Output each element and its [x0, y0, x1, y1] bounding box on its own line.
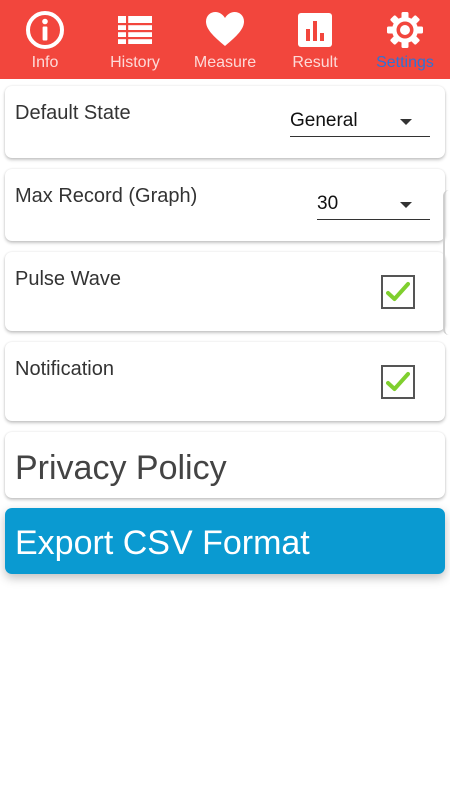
max-record-value: 30	[317, 193, 339, 214]
default-state-dropdown[interactable]: General	[290, 107, 430, 137]
max-record-card: Max Record (Graph) 30	[5, 169, 445, 241]
pulse-wave-label: Pulse Wave	[15, 268, 121, 290]
notification-checkbox[interactable]	[381, 365, 415, 399]
privacy-policy-label: Privacy Policy	[15, 449, 227, 487]
settings-screen: Info History Measure Result Settings Def…	[0, 0, 450, 800]
tab-label: Measure	[193, 54, 257, 71]
scroll-edge	[443, 190, 450, 335]
list-icon	[115, 10, 155, 50]
export-csv-label: Export CSV Format	[15, 524, 310, 562]
tab-measure[interactable]: Measure	[180, 0, 270, 79]
check-icon	[386, 282, 410, 301]
bar-chart-icon	[295, 10, 335, 50]
caret-down-icon	[400, 119, 412, 125]
pulse-wave-checkbox[interactable]	[381, 275, 415, 309]
export-csv-button[interactable]: Export CSV Format	[5, 508, 445, 574]
info-icon	[25, 10, 65, 50]
caret-down-icon	[400, 202, 412, 208]
tab-info[interactable]: Info	[0, 0, 90, 79]
default-state-card: Default State General	[5, 86, 445, 158]
gear-icon	[385, 10, 425, 50]
tab-label: Result	[292, 54, 338, 71]
pulse-wave-card: Pulse Wave	[5, 252, 445, 331]
top-tab-bar: Info History Measure Result Settings	[0, 0, 450, 79]
privacy-policy-button[interactable]: Privacy Policy	[5, 432, 445, 498]
tab-history[interactable]: History	[90, 0, 180, 79]
default-state-value: General	[290, 110, 358, 131]
check-icon	[386, 372, 410, 391]
tab-label: History	[110, 54, 160, 71]
max-record-label: Max Record (Graph)	[15, 185, 198, 207]
tab-settings[interactable]: Settings	[360, 0, 450, 79]
heart-icon	[205, 10, 245, 50]
notification-card: Notification	[5, 342, 445, 421]
tab-label: Info	[31, 54, 59, 71]
tab-label: Settings	[376, 54, 434, 71]
tab-result[interactable]: Result	[270, 0, 360, 79]
max-record-dropdown[interactable]: 30	[317, 190, 430, 220]
default-state-label: Default State	[15, 102, 131, 124]
notification-label: Notification	[15, 358, 114, 380]
